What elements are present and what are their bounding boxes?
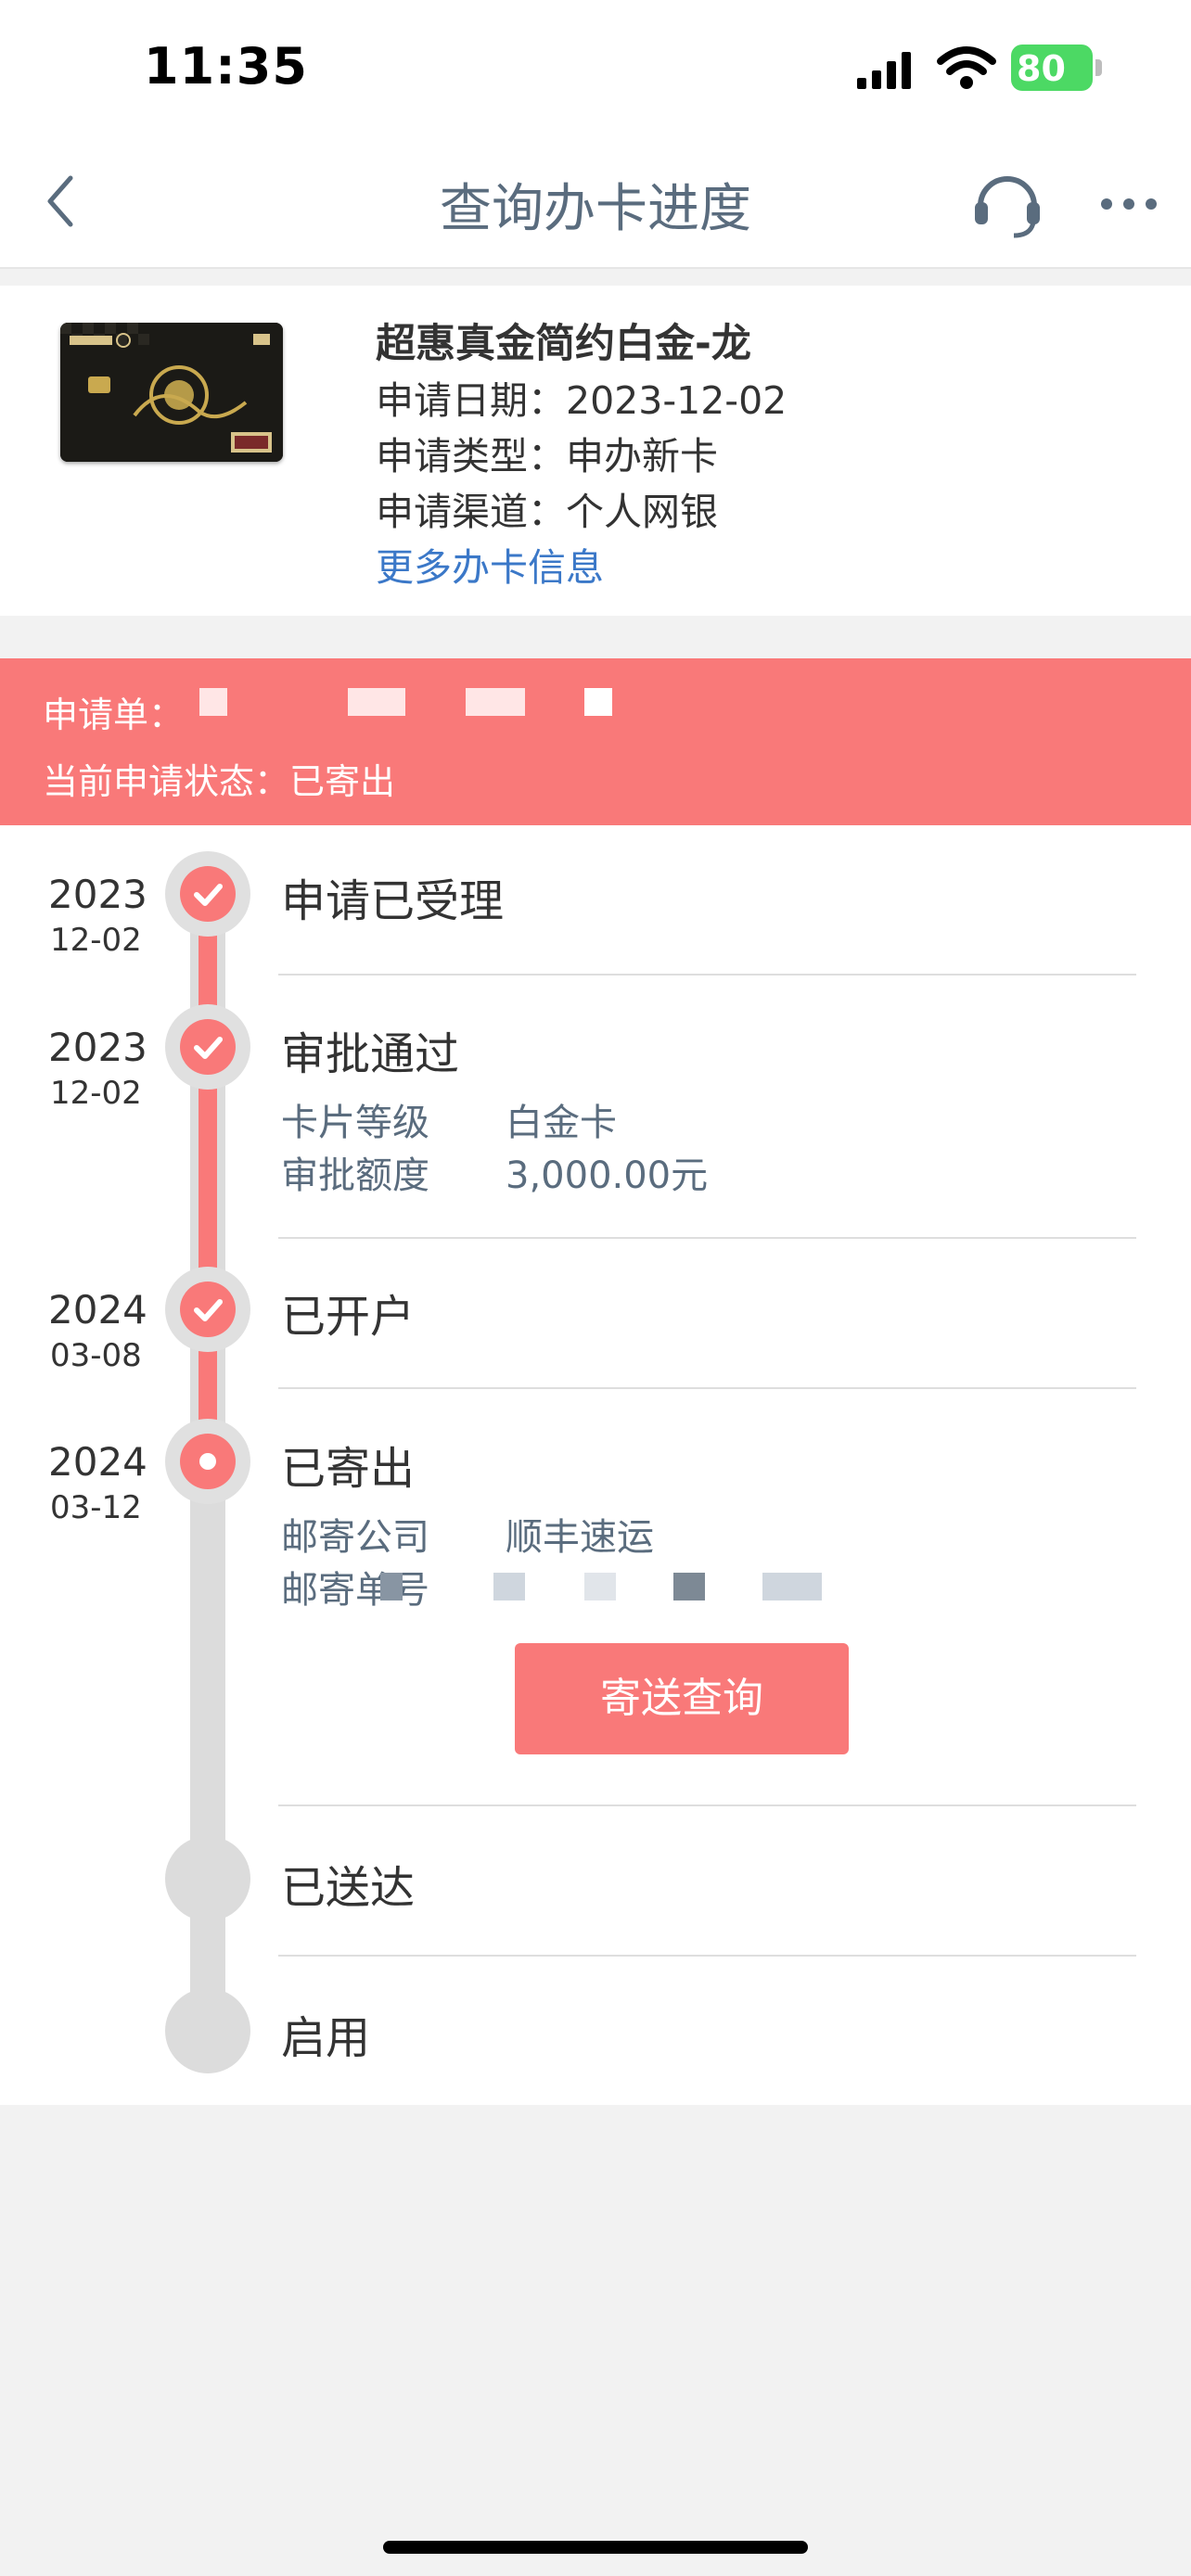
battery-level: 80 <box>1017 48 1066 89</box>
apply-channel: 申请渠道：个人网银 <box>376 490 718 534</box>
card-product-name: 超惠真金简约白金-龙 <box>376 321 751 367</box>
step-title: 申请已受理 <box>281 875 505 927</box>
card-level-value: 白金卡 <box>506 1102 617 1144</box>
step-date: 03-12 <box>50 1489 142 1526</box>
step-year: 2023 <box>48 872 147 917</box>
home-indicator[interactable] <box>383 2541 808 2554</box>
step-title: 已开户 <box>281 1291 416 1343</box>
step-pending-node <box>165 1836 250 1921</box>
credit-limit-value: 3,000.00元 <box>506 1154 709 1197</box>
battery-icon: 80 <box>1011 45 1102 91</box>
more-card-info-link[interactable]: 更多办卡信息 <box>376 536 604 592</box>
divider <box>278 1237 1136 1239</box>
divider <box>278 1387 1136 1389</box>
check-icon <box>194 1037 223 1059</box>
courier-company-value: 顺丰速运 <box>506 1516 654 1559</box>
wifi-icon <box>937 46 996 89</box>
step-date: 03-08 <box>50 1337 142 1374</box>
courier-company-label: 邮寄公司 <box>281 1516 429 1559</box>
credit-card-image <box>60 323 283 462</box>
customer-service-headset-icon[interactable] <box>969 165 1045 241</box>
apply-type: 申请类型：申办新卡 <box>376 434 718 478</box>
current-status: 当前申请状态：已寄出 <box>43 761 396 802</box>
check-icon <box>194 884 223 906</box>
credit-limit-label: 审批额度 <box>281 1154 429 1197</box>
timeline-progress-track <box>198 890 217 1465</box>
tracking-number-redacted <box>380 1565 826 1602</box>
check-icon <box>194 1299 223 1321</box>
step-title: 已送达 <box>281 1862 416 1914</box>
application-number-label: 申请单： <box>43 695 185 735</box>
step-year: 2023 <box>48 1025 147 1070</box>
step-date: 12-02 <box>50 1075 142 1112</box>
divider <box>278 1955 1136 1957</box>
step-year: 2024 <box>48 1439 147 1485</box>
divider <box>278 1804 1136 1806</box>
divider <box>278 974 1136 976</box>
step-title: 审批通过 <box>281 1028 460 1080</box>
card-level-label: 卡片等级 <box>281 1102 429 1144</box>
step-date: 12-02 <box>50 922 142 959</box>
more-options-icon[interactable] <box>1099 195 1159 213</box>
track-shipment-button[interactable]: 寄送查询 <box>515 1643 849 1754</box>
step-title: 已寄出 <box>281 1443 416 1495</box>
step-title: 启用 <box>281 2012 371 2064</box>
step-year: 2024 <box>48 1287 147 1333</box>
cellular-signal-icon <box>857 52 911 89</box>
current-dot-icon <box>199 1453 216 1470</box>
step-pending-node <box>165 1988 250 2073</box>
status-time: 11:35 <box>144 37 308 96</box>
apply-date: 申请日期：2023-12-02 <box>376 378 788 423</box>
